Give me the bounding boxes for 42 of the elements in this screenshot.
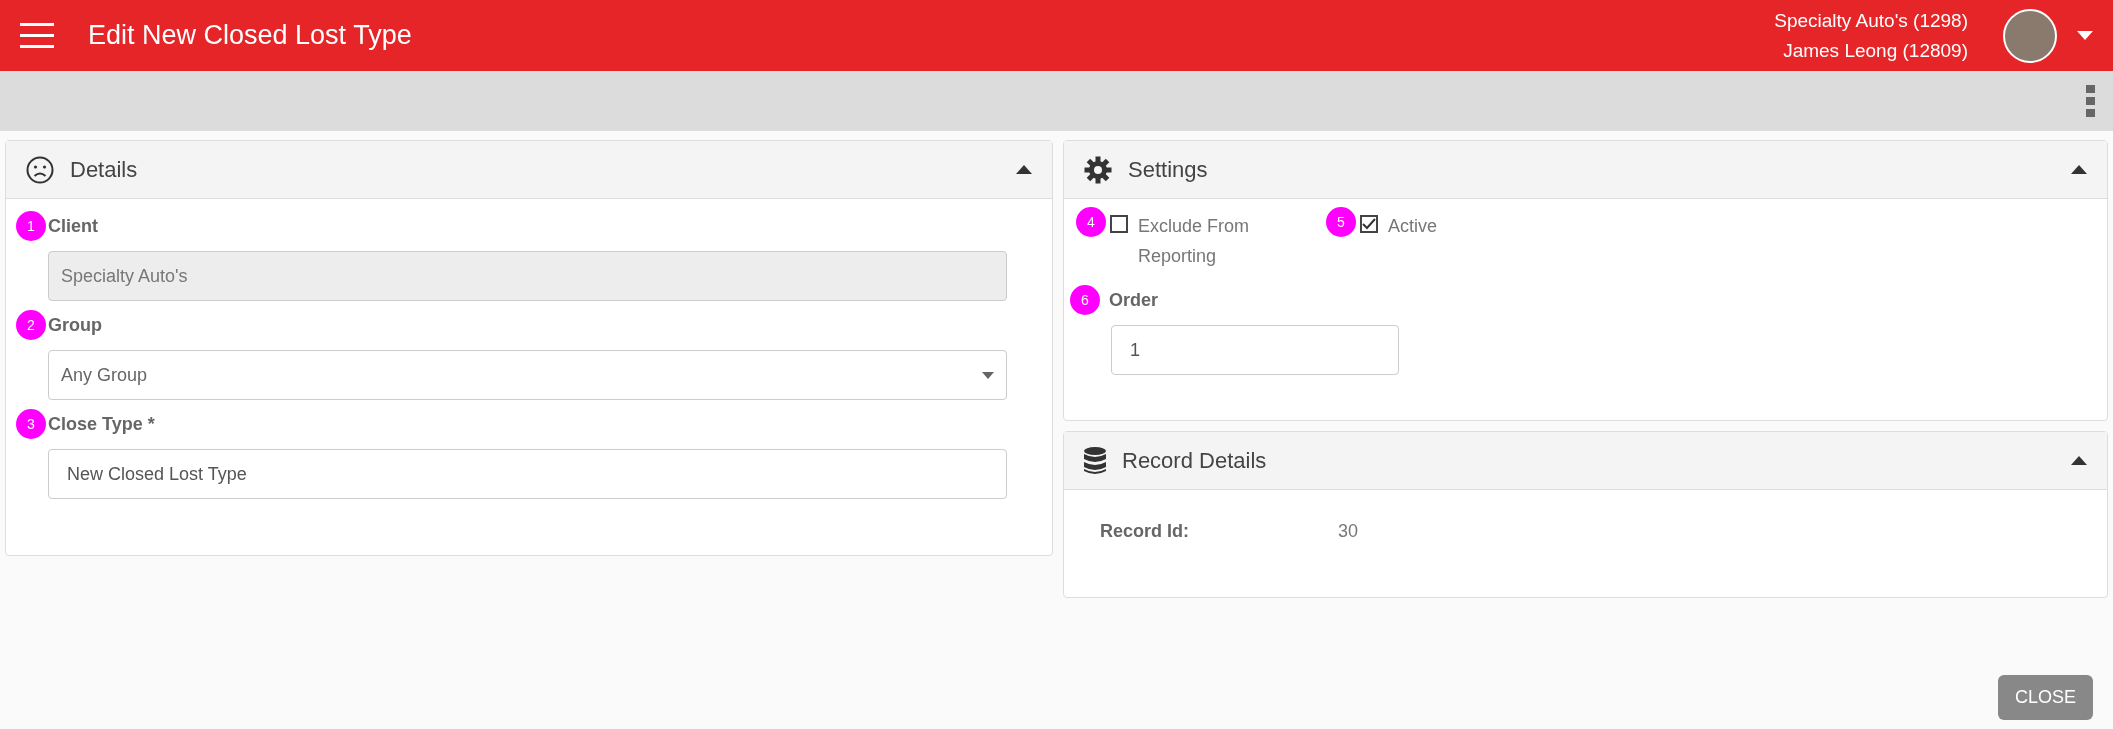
panel-title: Record Details xyxy=(1122,447,1267,475)
panel-header[interactable]: Settings xyxy=(1064,141,2107,199)
collapse-caret-icon[interactable] xyxy=(2071,456,2087,465)
record-id-value: 30 xyxy=(1338,520,1359,543)
field-label: Group xyxy=(48,313,102,337)
collapse-caret-icon[interactable] xyxy=(1016,165,1032,174)
field-label: Close Type * xyxy=(48,412,155,436)
more-vertical-icon[interactable] xyxy=(2086,85,2095,117)
account-info-text: James Leong (12809) xyxy=(1783,38,1968,63)
step-number-badge: 2 xyxy=(16,310,46,340)
field-label: Order xyxy=(1109,288,1159,312)
collapse-caret-icon[interactable] xyxy=(2071,165,2087,174)
panel-header[interactable]: Record Details xyxy=(1064,432,2107,490)
dropdown-caret-icon[interactable] xyxy=(2077,31,2093,40)
step-number-badge: 5 xyxy=(1326,207,1356,237)
account-info-text: Specialty Auto's (1298) xyxy=(1774,8,1968,33)
dropdown-caret-icon xyxy=(982,371,994,379)
checkmark-icon xyxy=(1362,218,1376,230)
sad-face-icon xyxy=(26,155,54,184)
avatar-placeholder[interactable] xyxy=(2003,8,2057,63)
checkbox-label: Active xyxy=(1388,215,1439,238)
close-type-input[interactable]: New Closed Lost Type xyxy=(48,449,1007,499)
panel-header[interactable]: Details xyxy=(6,141,1052,199)
client-field: Specialty Auto's xyxy=(48,251,1007,301)
step-number-badge: 1 xyxy=(16,211,46,241)
panel-title: Settings xyxy=(1128,156,1208,184)
gear-icon xyxy=(1084,155,1112,184)
checkbox-label: Exclude From Reporting xyxy=(1138,215,1251,268)
page-title: Edit New Closed Lost Type xyxy=(88,19,412,53)
step-number-badge: 4 xyxy=(1076,207,1106,237)
order-input[interactable]: 1 xyxy=(1111,325,1399,375)
checkbox[interactable] xyxy=(1360,215,1378,233)
group-select[interactable]: Any Group xyxy=(48,350,1007,400)
close-button[interactable]: CLOSE xyxy=(1998,675,2093,720)
record-id-label: Record Id: xyxy=(1100,520,1190,543)
database-icon xyxy=(1084,446,1106,475)
menu-icon[interactable] xyxy=(20,22,54,49)
checkbox[interactable] xyxy=(1110,215,1128,233)
step-number-badge: 6 xyxy=(1070,285,1100,315)
step-number-badge: 3 xyxy=(16,409,46,439)
panel-title: Details xyxy=(70,156,138,184)
field-label: Client xyxy=(48,214,98,238)
